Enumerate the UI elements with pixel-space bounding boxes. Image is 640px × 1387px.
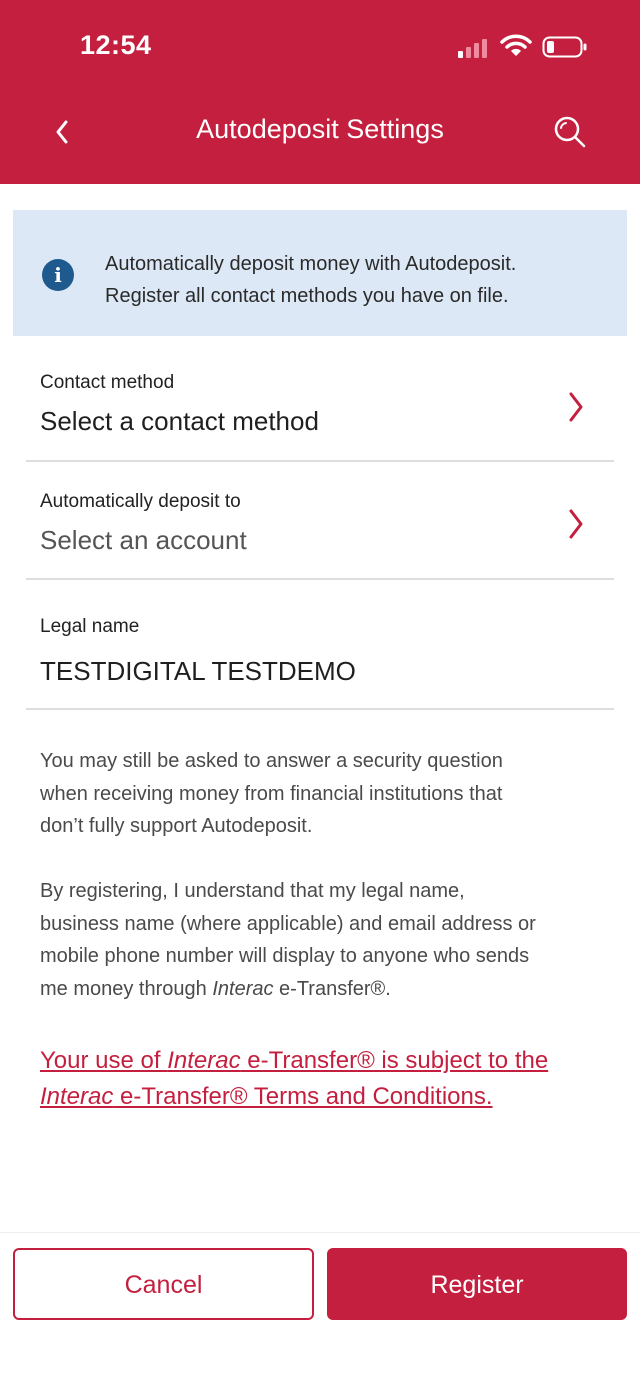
disclaimer-line: mobile phone number will display to anyo… <box>40 945 530 967</box>
deposit-account-label: Automatically deposit to <box>40 491 241 512</box>
interac-brand-text: Interac <box>212 977 274 1000</box>
registration-disclaimer: By registering, I understand that my leg… <box>40 875 610 1005</box>
deposit-account-value: Select an account <box>40 525 247 555</box>
disclaimer-line: me money through Interac e-Transfer®. <box>40 973 610 1006</box>
navigation-bar: Autodeposit Settings <box>0 100 640 164</box>
disclaimer-line: when receiving money from financial inst… <box>40 782 503 805</box>
cancel-button[interactable]: Cancel <box>13 1248 314 1320</box>
legal-name-value: TESTDIGITAL TESTDEMO <box>40 656 356 686</box>
deposit-account-selector[interactable]: Automatically deposit to Select an accou… <box>26 462 614 580</box>
security-disclaimer: You may still be asked to answer a secur… <box>40 745 600 843</box>
status-time: 12:54 <box>80 30 152 60</box>
legal-name-field: Legal name TESTDIGITAL TESTDEMO <box>26 596 614 710</box>
battery-icon <box>542 36 587 58</box>
terms-and-conditions-link[interactable]: Your use of Interac e-Transfer® is subje… <box>40 1043 610 1115</box>
disclaimer-text: me money through <box>40 977 213 1000</box>
cellular-signal-icon <box>458 38 492 58</box>
chevron-right-icon <box>569 509 583 539</box>
terms-link-text: e-Transfer® Terms and Conditions. <box>113 1083 493 1110</box>
contact-method-selector[interactable]: Contact method Select a contact method <box>26 352 614 462</box>
terms-link-text: Your use of <box>40 1047 168 1074</box>
info-text: Automatically deposit money with Autodep… <box>105 248 605 312</box>
terms-link-line-2: Interac e-Transfer® Terms and Conditions… <box>40 1079 610 1115</box>
action-footer: Cancel Register <box>0 1232 640 1387</box>
chevron-right-icon <box>569 392 583 422</box>
disclaimer-text: e-Transfer®. <box>273 977 391 1000</box>
info-banner: i Automatically deposit money with Autod… <box>13 210 627 336</box>
app-header: 12:54 Autodeposit Settings <box>0 0 640 184</box>
disclaimer-line: business name (where applicable) and ema… <box>40 912 536 935</box>
search-button[interactable] <box>546 108 594 156</box>
interac-brand-text: Interac <box>167 1047 241 1074</box>
terms-link-text: e-Transfer® is subject to the <box>240 1047 549 1074</box>
info-line-1: Automatically deposit money with Autodep… <box>105 253 517 275</box>
disclaimer-line: By registering, I understand that my leg… <box>40 880 465 902</box>
status-bar: 12:54 <box>0 0 640 90</box>
terms-link-line-1: Your use of Interac e-Transfer® is subje… <box>40 1043 610 1079</box>
contact-method-label: Contact method <box>40 372 175 393</box>
search-icon <box>554 116 586 148</box>
info-line-2: Register all contact methods you have on… <box>105 285 509 307</box>
page-title: Autodeposit Settings <box>196 114 444 144</box>
disclaimer-line: You may still be asked to answer a secur… <box>40 750 503 772</box>
wifi-icon <box>500 34 532 56</box>
interac-brand-text: Interac <box>40 1083 114 1110</box>
back-button[interactable] <box>40 106 84 158</box>
legal-name-label: Legal name <box>40 616 140 637</box>
chevron-left-icon <box>56 120 68 144</box>
info-icon: i <box>42 259 74 291</box>
contact-method-value: Select a contact method <box>40 406 319 436</box>
disclaimer-line: don’t fully support Autodeposit. <box>40 815 313 837</box>
register-button[interactable]: Register <box>327 1248 627 1320</box>
